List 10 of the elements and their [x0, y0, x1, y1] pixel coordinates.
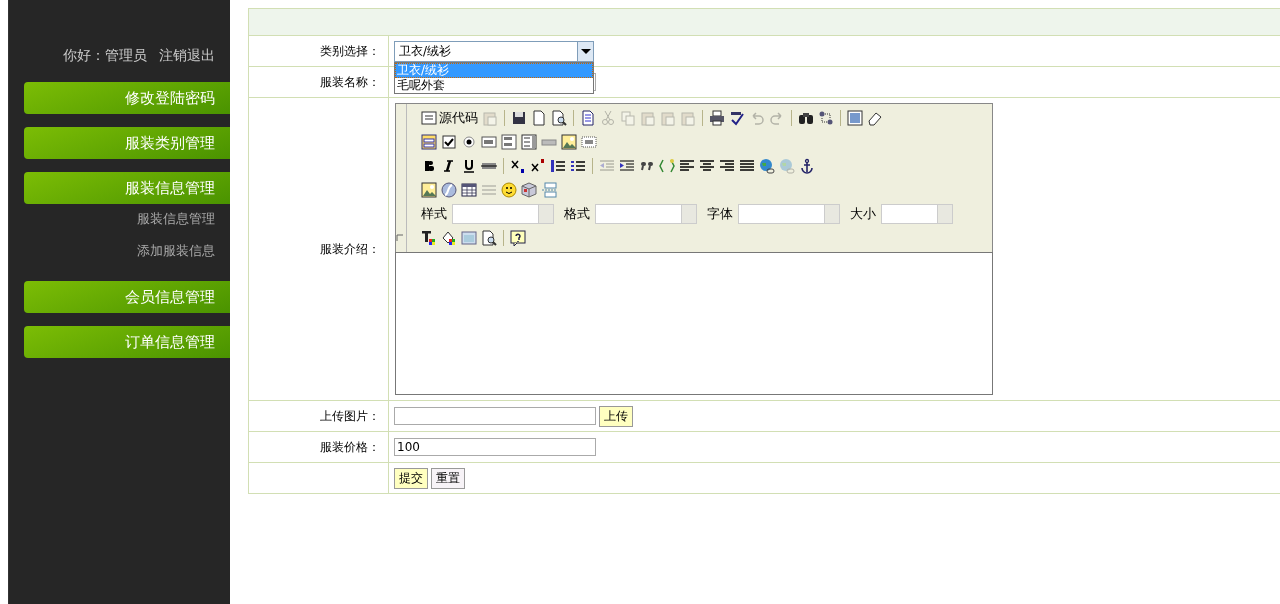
field-label: 服装介绍： — [320, 241, 380, 256]
field-label: 上传图片： — [320, 408, 380, 423]
field-label: 服装价格： — [320, 439, 380, 454]
combo-label: 格式 — [564, 205, 590, 223]
combo-label: 样式 — [421, 205, 447, 223]
combo-label: 字体 — [707, 205, 733, 223]
greeting-text: 你好：管理员 — [63, 47, 147, 65]
field-label: 服装名称： — [320, 74, 380, 89]
field-label: 类别选择： — [320, 43, 380, 58]
combo-label: 大小 — [850, 205, 876, 223]
